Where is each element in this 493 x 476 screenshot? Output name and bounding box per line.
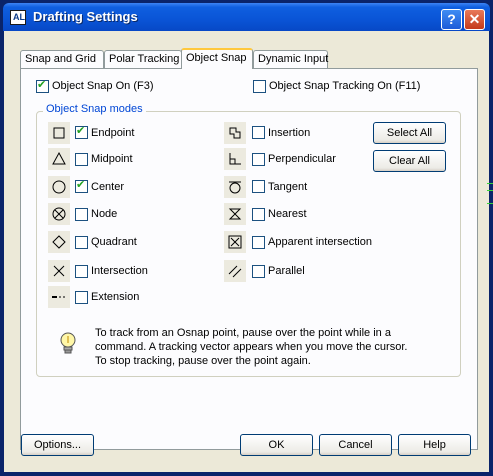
tab-snap-and-grid[interactable]: Snap and Grid xyxy=(20,50,104,68)
nearest-checkbox[interactable] xyxy=(252,208,265,221)
object-snap-modes-label: Object Snap modes xyxy=(43,103,146,115)
midpoint-label: Midpoint xyxy=(91,153,133,165)
center-label: Center xyxy=(91,181,125,193)
tangent-icon xyxy=(224,176,246,198)
perpendicular-label: Perpendicular xyxy=(268,153,336,165)
tab-object-snap[interactable]: Object Snap xyxy=(181,48,253,69)
endpoint-label: Endpoint xyxy=(91,127,135,139)
insertion-icon xyxy=(224,122,246,144)
midpoint-icon xyxy=(48,148,70,170)
center-checkbox[interactable] xyxy=(75,178,88,193)
select-all-button[interactable]: Select All xyxy=(373,122,446,144)
object-snap-on-label: Object Snap On (F3) xyxy=(52,80,154,92)
object-snap-tracking-label: Object Snap Tracking On (F11) xyxy=(269,80,421,92)
tip-line: To track from an Osnap point, pause over… xyxy=(95,327,391,339)
background-marker xyxy=(487,203,493,204)
tab-polar-tracking[interactable]: Polar Tracking xyxy=(104,50,182,68)
extension-label: Extension xyxy=(91,291,140,303)
quadrant-checkbox[interactable] xyxy=(75,236,88,249)
clear-all-button[interactable]: Clear All xyxy=(373,150,446,172)
drafting-settings-window: AL Drafting Settings ? ✕ Snap and Grid P… xyxy=(0,0,493,476)
apparent-intersection-label: Apparent intersection xyxy=(268,236,372,248)
tip-line: command. A tracking vector appears when … xyxy=(95,341,408,353)
window-title: Drafting Settings xyxy=(33,9,138,24)
background-marker xyxy=(487,183,493,184)
cancel-button[interactable]: Cancel xyxy=(319,434,392,456)
tab-dynamic-input[interactable]: Dynamic Input xyxy=(253,50,328,68)
apparent-intersection-icon xyxy=(224,231,246,253)
node-icon xyxy=(48,203,70,225)
extension-checkbox[interactable] xyxy=(75,291,88,304)
quadrant-icon xyxy=(48,231,70,253)
parallel-icon xyxy=(224,260,246,282)
help-button[interactable]: Help xyxy=(398,434,471,456)
tracking-tip: To track from an Osnap point, pause over… xyxy=(95,326,435,368)
endpoint-checkbox[interactable] xyxy=(75,124,88,139)
ok-button[interactable]: OK xyxy=(240,434,313,456)
node-checkbox[interactable] xyxy=(75,208,88,221)
extension-icon xyxy=(48,286,70,308)
app-icon: AL xyxy=(10,10,26,25)
tip-line: To stop tracking, pause over the point a… xyxy=(95,355,311,367)
insertion-label: Insertion xyxy=(268,127,311,139)
quadrant-label: Quadrant xyxy=(91,236,137,248)
nearest-icon xyxy=(224,203,246,225)
lightbulb-icon xyxy=(57,330,79,360)
background-marker xyxy=(487,190,493,191)
tangent-checkbox[interactable] xyxy=(252,180,265,193)
dialog-client: Snap and Grid Polar Tracking Object Snap… xyxy=(4,31,489,472)
apparent-intersection-checkbox[interactable] xyxy=(252,236,265,249)
tangent-label: Tangent xyxy=(268,181,308,193)
help-title-button[interactable]: ? xyxy=(441,9,462,30)
options-button[interactable]: Options... xyxy=(21,434,94,456)
object-snap-on-checkbox[interactable] xyxy=(36,78,49,93)
parallel-label: Parallel xyxy=(268,265,305,277)
close-button[interactable]: ✕ xyxy=(464,9,485,30)
title-bar[interactable]: AL Drafting Settings ? ✕ xyxy=(3,3,490,31)
midpoint-checkbox[interactable] xyxy=(75,153,88,166)
parallel-checkbox[interactable] xyxy=(252,265,265,278)
endpoint-icon xyxy=(48,122,70,144)
perpendicular-checkbox[interactable] xyxy=(252,153,265,166)
nearest-label: Nearest xyxy=(268,208,307,220)
node-label: Node xyxy=(91,208,118,220)
intersection-label: Intersection xyxy=(91,265,148,277)
center-icon xyxy=(48,176,70,198)
insertion-checkbox[interactable] xyxy=(252,126,265,139)
perpendicular-icon xyxy=(224,148,246,170)
intersection-checkbox[interactable] xyxy=(75,265,88,278)
object-snap-tracking-checkbox[interactable] xyxy=(253,80,266,93)
intersection-icon xyxy=(48,260,70,282)
